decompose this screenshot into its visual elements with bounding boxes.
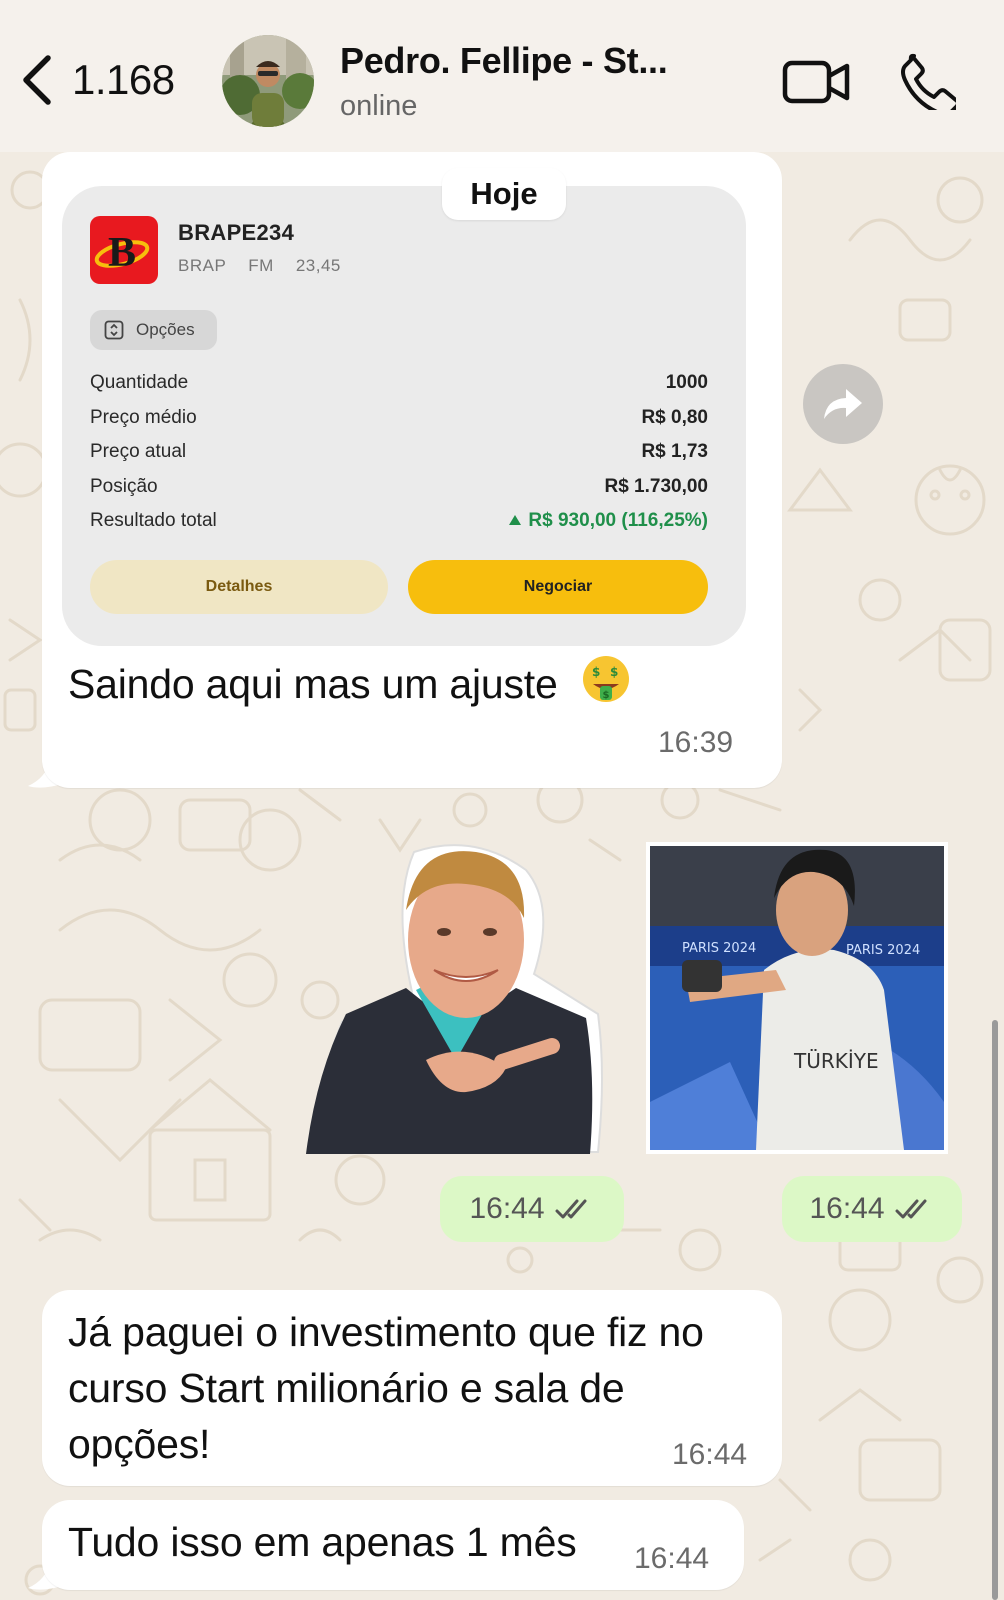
triangle-up-icon xyxy=(509,515,522,526)
sticker-shooter: PARIS 2024 PARIS 2024 TÜRKİYE xyxy=(646,842,948,1154)
money-mouth-face-icon: $ $ $ xyxy=(582,656,629,702)
sticker-smiling-man xyxy=(306,844,603,1154)
message-bubble-incoming[interactable]: Tudo isso em apenas 1 mês 16:44 xyxy=(42,1500,744,1590)
ticker-symbol: BRAPE234 xyxy=(178,220,295,245)
message-time: 16:44 xyxy=(672,1438,748,1471)
options-icon xyxy=(104,320,124,340)
message-text: Já paguei o investimento que fiz no curs… xyxy=(68,1309,704,1467)
message-bubble-incoming[interactable]: B BRAPE234 BRAP FM 23,45 Opções Quantidade… xyxy=(42,152,782,788)
message-text: Saindo aqui mas um ajuste $ $ $ xyxy=(68,654,631,712)
svg-text:PARIS 2024: PARIS 2024 xyxy=(846,943,920,958)
table-row: Preço médio R$ 0,80 xyxy=(90,406,708,428)
contact-info[interactable]: Pedro. Fellipe - St... online xyxy=(340,40,668,123)
message-bubble-incoming[interactable]: Já paguei o investimento que fiz no curs… xyxy=(42,1290,782,1486)
message-time: 16:39 xyxy=(658,726,734,759)
video-camera-icon xyxy=(782,60,850,104)
svg-text:B: B xyxy=(108,230,136,276)
contact-photo xyxy=(222,35,314,127)
table-row: Preço atual R$ 1,73 xyxy=(90,441,708,463)
options-chip: Opções xyxy=(90,310,217,350)
table-row: Resultado total R$ 930,00 (116,25%) xyxy=(90,510,708,532)
sticker-shirt-text: TÜRKİYE xyxy=(793,1049,879,1073)
double-check-read-icon xyxy=(555,1199,587,1219)
message-text: Tudo isso em apenas 1 mês xyxy=(68,1519,577,1565)
svg-text:$: $ xyxy=(610,665,618,679)
forward-icon xyxy=(824,389,862,419)
contact-status: online xyxy=(340,90,418,122)
chat-header: 1.168 Pedro. Fellipe - St... online xyxy=(0,0,1004,152)
svg-text:$: $ xyxy=(602,690,609,701)
scrollbar[interactable] xyxy=(992,1020,998,1600)
sticker-image[interactable] xyxy=(306,840,606,1161)
table-row: Quantidade 1000 xyxy=(90,372,708,394)
chevron-left-icon xyxy=(23,55,51,105)
voice-call-button[interactable] xyxy=(898,52,960,116)
contact-name: Pedro. Fellipe - St... xyxy=(340,40,668,81)
forward-button[interactable] xyxy=(803,364,883,444)
svg-text:PARIS 2024: PARIS 2024 xyxy=(682,941,756,956)
table-row: Posição R$ 1.730,00 xyxy=(90,475,708,497)
ticker-details: BRAP FM 23,45 xyxy=(178,256,341,275)
video-call-button[interactable] xyxy=(782,58,850,111)
svg-text:$: $ xyxy=(592,665,600,679)
back-button[interactable]: 1.168 xyxy=(18,52,175,108)
sent-time-pill: 16:44 xyxy=(440,1176,624,1242)
sticker-image[interactable]: PARIS 2024 PARIS 2024 TÜRKİYE xyxy=(646,842,948,1159)
total-result: R$ 930,00 (116,25%) xyxy=(508,510,708,532)
avatar[interactable] xyxy=(222,35,314,127)
details-button: Detalhes xyxy=(90,560,388,614)
investment-card: B BRAPE234 BRAP FM 23,45 Opções Quantidade… xyxy=(62,186,746,646)
position-table: Quantidade 1000 Preço médio R$ 0,80 Preç… xyxy=(90,366,708,539)
double-check-read-icon xyxy=(895,1199,927,1219)
message-time: 16:44 xyxy=(634,1542,710,1575)
broker-logo: B xyxy=(90,216,158,284)
unread-count: 1.168 xyxy=(72,56,175,103)
trade-button: Negociar xyxy=(408,560,708,614)
date-divider: Hoje xyxy=(442,168,566,220)
phone-icon xyxy=(901,53,960,116)
sent-time-pill: 16:44 xyxy=(782,1176,962,1242)
